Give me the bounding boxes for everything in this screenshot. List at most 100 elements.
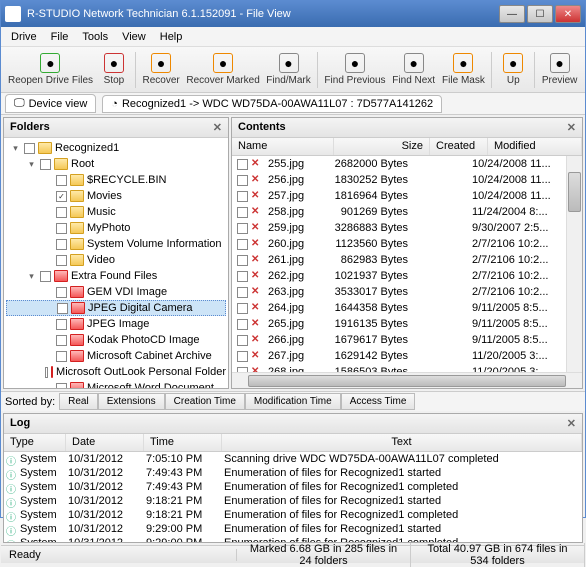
tree-item[interactable]: $RECYCLE.BIN [6,172,226,188]
tree-item[interactable]: JPEG Image [6,316,226,332]
log-row[interactable]: ⓘSystem10/31/20129:29:00 PMEnumeration o… [4,536,582,542]
file-row[interactable]: ✕257.jpg1816964 Bytes10/24/2008 11... [232,188,566,204]
tree-item[interactable]: Microsoft OutLook Personal Folder [6,364,226,380]
stop-button[interactable]: ●Stop [96,51,132,88]
checkbox[interactable] [24,143,35,154]
log-list[interactable]: ⓘSystem10/31/20127:05:10 PMScanning driv… [4,452,582,542]
tree-item[interactable]: Video [6,252,226,268]
checkbox[interactable] [237,287,248,298]
tree-item[interactable]: System Volume Information [6,236,226,252]
sort-access-time[interactable]: Access Time [341,393,416,410]
checkbox[interactable] [237,255,248,266]
tree-item[interactable]: Microsoft Word Document [6,380,226,388]
reopen-button[interactable]: ●Reopen Drive Files [5,51,96,88]
file-list[interactable]: ✕255.jpg2682000 Bytes10/24/2008 11...✕25… [232,156,566,372]
tree-item[interactable]: Music [6,204,226,220]
expand-icon[interactable]: ▾ [10,143,21,154]
checkbox[interactable] [237,223,248,234]
checkbox[interactable] [57,303,68,314]
checkbox[interactable] [56,287,67,298]
find-previous-button[interactable]: ●Find Previous [321,51,389,88]
menu-tools[interactable]: Tools [76,29,114,45]
file-row[interactable]: ✕258.jpg901269 Bytes11/24/2004 8:... [232,204,566,220]
close-icon[interactable]: ✕ [567,121,576,134]
log-row[interactable]: ⓘSystem10/31/20127:49:43 PMEnumeration o… [4,480,582,494]
tree-item[interactable]: ▾Extra Found Files [6,268,226,284]
log-col-date[interactable]: Date [66,434,144,451]
tree-item[interactable]: ▾Root [6,156,226,172]
log-row[interactable]: ⓘSystem10/31/20129:29:00 PMEnumeration o… [4,522,582,536]
tree-item[interactable]: JPEG Digital Camera [6,300,226,316]
checkbox[interactable] [56,255,67,266]
file-row[interactable]: ✕265.jpg1916135 Bytes9/11/2005 8:5... [232,316,566,332]
menu-drive[interactable]: Drive [5,29,43,45]
expand-icon[interactable]: ▾ [26,271,37,282]
file-row[interactable]: ✕266.jpg1679617 Bytes9/11/2005 8:5... [232,332,566,348]
breadcrumb-tab[interactable]: ◔Recognized1 -> WDC WD75DA-00AWA11L07 : … [102,95,442,113]
checkbox[interactable] [56,351,67,362]
recover-button[interactable]: ●Recover [139,51,183,88]
sort-real[interactable]: Real [59,393,98,410]
checkbox[interactable] [40,271,51,282]
log-col-type[interactable]: Type [4,434,66,451]
log-row[interactable]: ⓘSystem10/31/20129:18:21 PMEnumeration o… [4,508,582,522]
sort-extensions[interactable]: Extensions [98,393,165,410]
checkbox[interactable] [237,303,248,314]
checkbox[interactable] [56,319,67,330]
col-created[interactable]: Created [430,138,488,155]
device-view-tab[interactable]: 🖵Device view [5,94,96,113]
folder-tree[interactable]: ▾Recognized1▾Root$RECYCLE.BIN✓MoviesMusi… [4,138,228,388]
checkbox[interactable] [56,223,67,234]
checkbox[interactable] [56,335,67,346]
tree-item[interactable]: ✓Movies [6,188,226,204]
file-row[interactable]: ✕261.jpg862983 Bytes2/7/2106 10:2... [232,252,566,268]
checkbox[interactable] [40,159,51,170]
up-button[interactable]: ●Up [495,51,531,88]
checkbox[interactable] [237,271,248,282]
find-next-button[interactable]: ●Find Next [389,51,439,88]
checkbox[interactable] [237,319,248,330]
file-row[interactable]: ✕256.jpg1830252 Bytes10/24/2008 11... [232,172,566,188]
expand-icon[interactable]: ▾ [26,159,37,170]
checkbox[interactable] [237,239,248,250]
log-col-time[interactable]: Time [144,434,222,451]
log-row[interactable]: ⓘSystem10/31/20127:49:43 PMEnumeration o… [4,466,582,480]
menu-help[interactable]: Help [154,29,189,45]
scrollbar-thumb[interactable] [248,375,566,387]
checkbox[interactable] [237,175,248,186]
checkbox[interactable]: ✓ [56,191,67,202]
file-row[interactable]: ✕262.jpg1021937 Bytes2/7/2106 10:2... [232,268,566,284]
checkbox[interactable] [56,239,67,250]
scrollbar-thumb[interactable] [568,172,581,212]
log-row[interactable]: ⓘSystem10/31/20127:05:10 PMScanning driv… [4,452,582,466]
recover-marked-button[interactable]: ●Recover Marked [183,51,263,88]
file-row[interactable]: ✕268.jpg1586503 Bytes11/20/2005 3:... [232,364,566,372]
titlebar[interactable]: R-STUDIO Network Technician 6.1.152091 -… [1,1,585,27]
log-col-text[interactable]: Text [222,434,582,451]
checkbox[interactable] [237,351,248,362]
checkbox[interactable] [237,191,248,202]
sort-creation-time[interactable]: Creation Time [165,393,245,410]
tree-item[interactable]: Kodak PhotoCD Image [6,332,226,348]
findmark-button[interactable]: ●Find/Mark [263,51,314,88]
menu-file[interactable]: File [45,29,75,45]
close-icon[interactable]: ✕ [213,121,222,134]
scrollbar-vertical[interactable] [566,156,582,372]
col-modified[interactable]: Modified [488,138,582,155]
log-row[interactable]: ⓘSystem10/31/20129:18:21 PMEnumeration o… [4,494,582,508]
checkbox[interactable] [56,383,67,389]
sort-modification-time[interactable]: Modification Time [245,393,341,410]
file-row[interactable]: ✕255.jpg2682000 Bytes10/24/2008 11... [232,156,566,172]
checkbox[interactable] [237,335,248,346]
scrollbar-horizontal[interactable] [232,372,582,388]
file-row[interactable]: ✕267.jpg1629142 Bytes11/20/2005 3:... [232,348,566,364]
minimize-button[interactable]: — [499,5,525,23]
tree-item[interactable]: GEM VDI Image [6,284,226,300]
preview-button[interactable]: ●Preview [538,51,581,88]
file-mask-button[interactable]: ●File Mask [439,51,489,88]
file-row[interactable]: ✕259.jpg3286883 Bytes9/30/2007 2:5... [232,220,566,236]
tree-item[interactable]: ▾Recognized1 [6,140,226,156]
checkbox[interactable] [56,207,67,218]
maximize-button[interactable]: ☐ [527,5,553,23]
close-button[interactable]: ✕ [555,5,581,23]
